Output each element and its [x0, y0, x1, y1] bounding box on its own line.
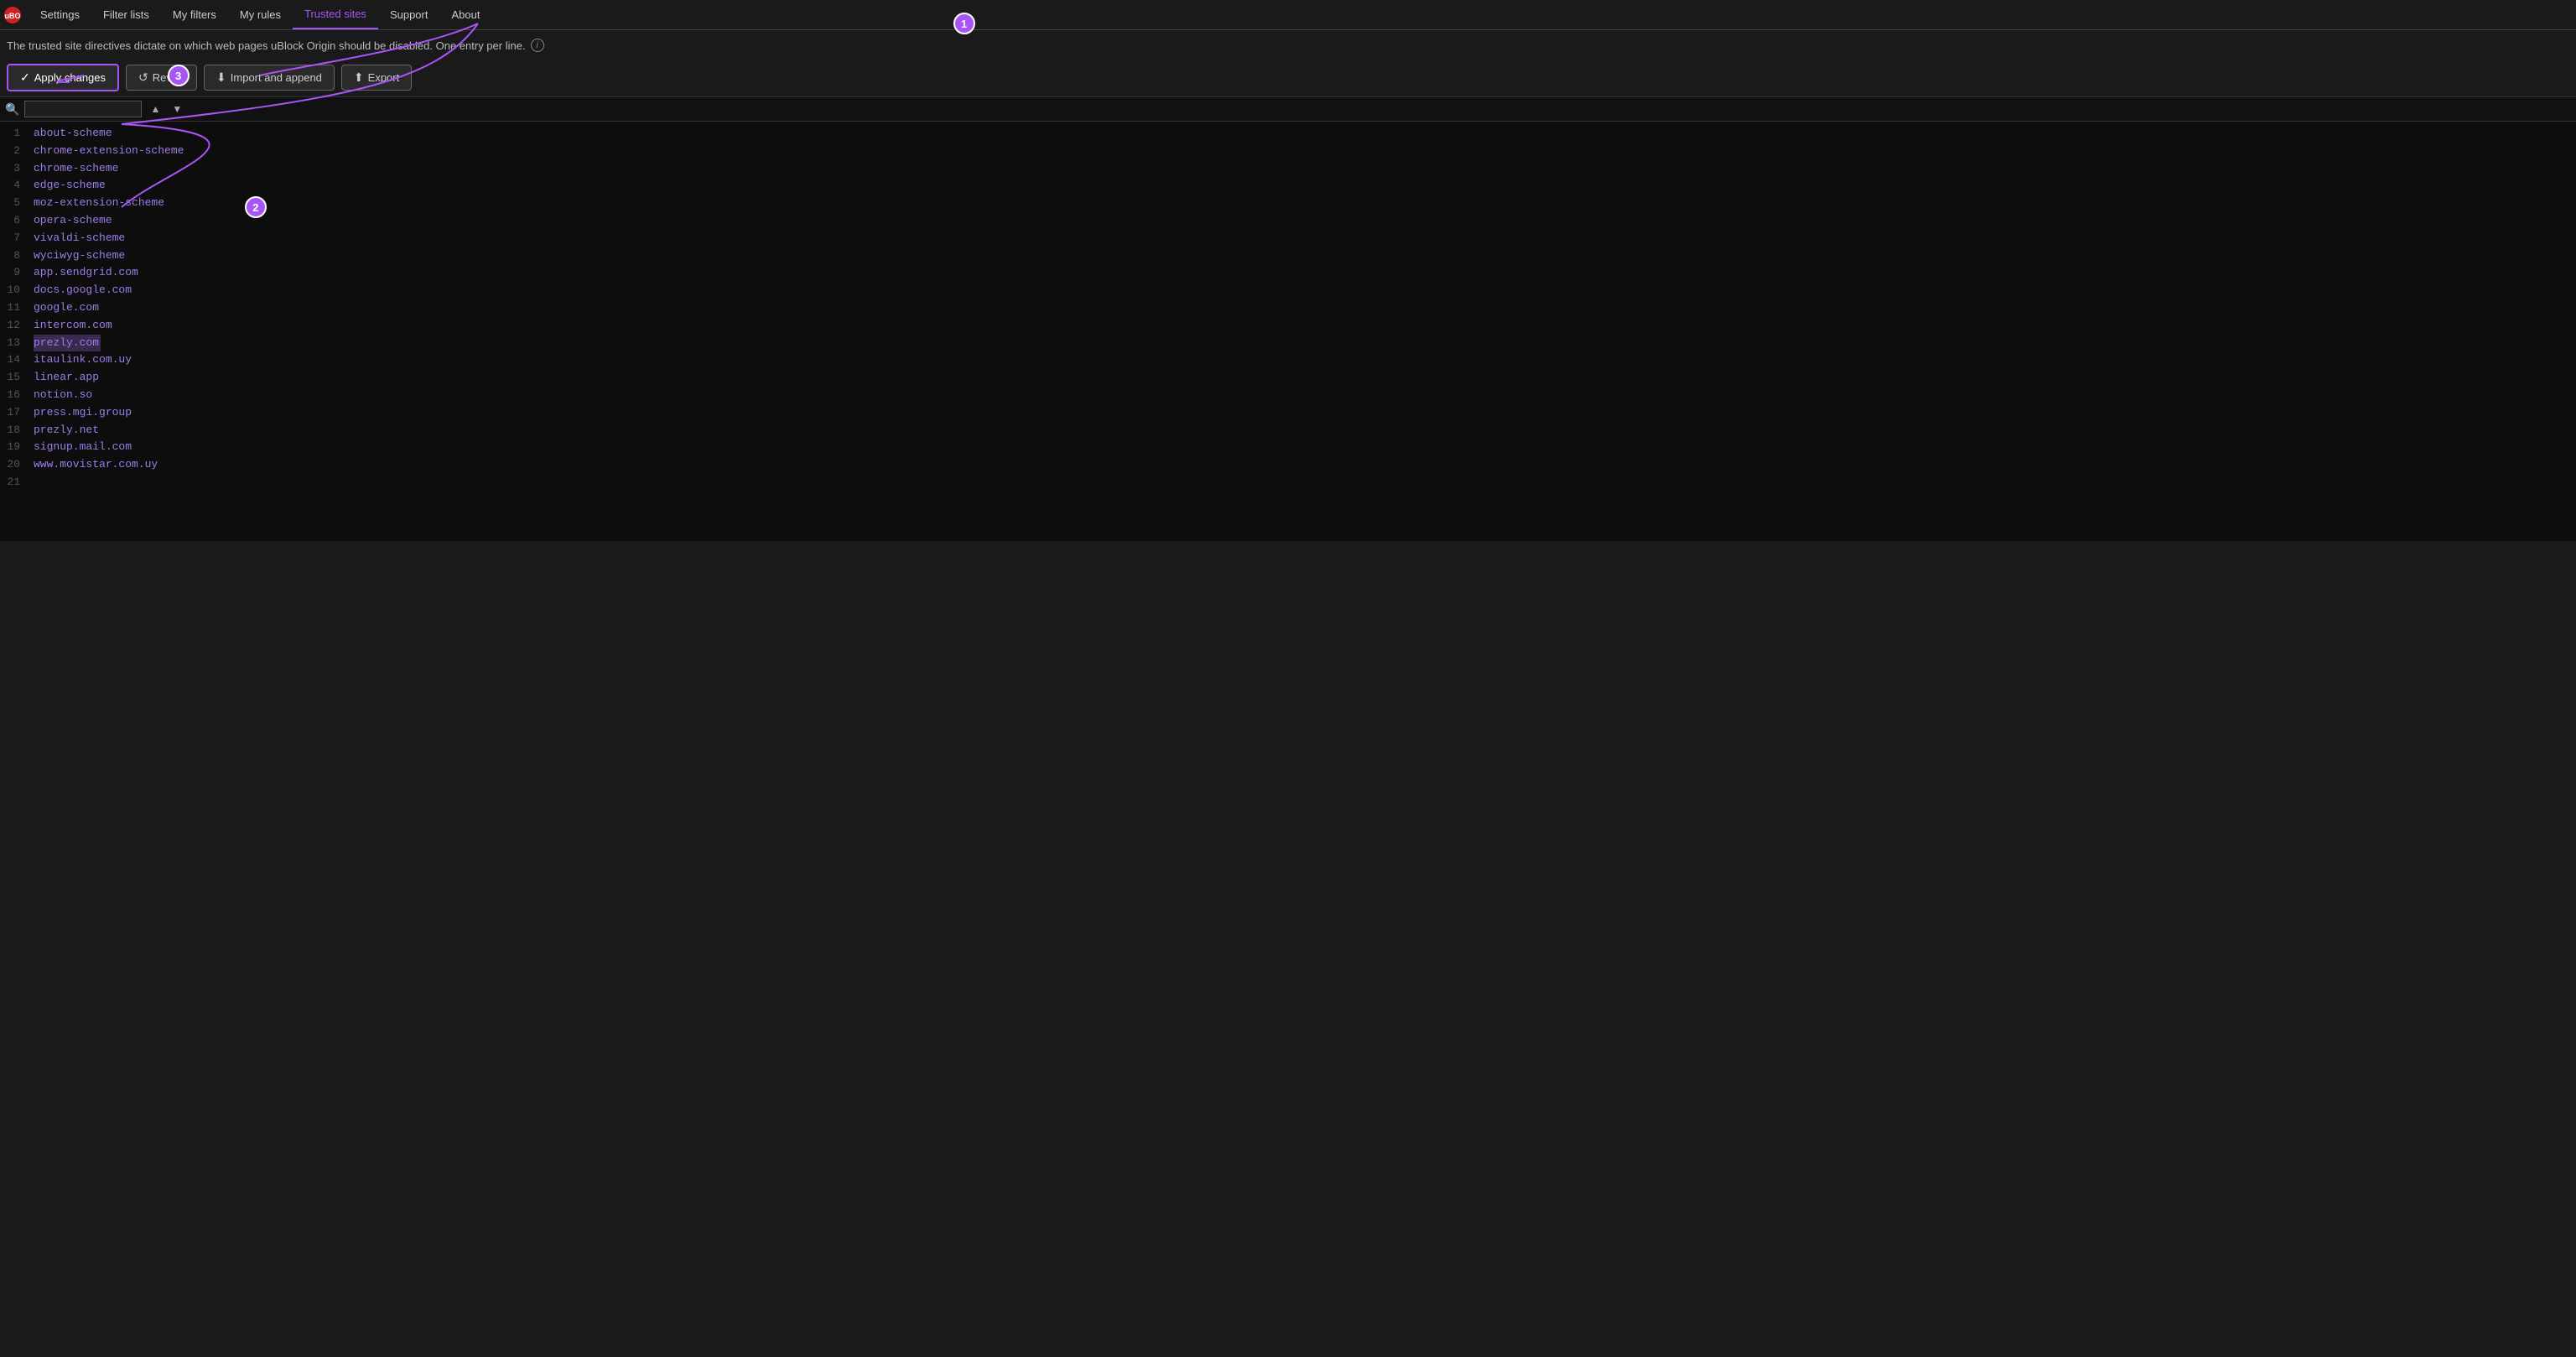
code-line: prezly.net [34, 422, 2569, 439]
export-button[interactable]: ⬆ Export [341, 65, 412, 91]
code-line: chrome-scheme [34, 160, 2569, 178]
trusted-sites-editor: 123456789101112131415161718192021 about-… [0, 122, 2576, 541]
code-line: linear.app [34, 369, 2569, 387]
code-line: about-scheme [34, 125, 2569, 143]
app-logo: uBO [3, 6, 22, 24]
nav-tab-about[interactable]: About [439, 0, 491, 29]
code-line: prezly.com [34, 335, 101, 352]
code-line: signup.mail.com [34, 439, 2569, 456]
import-button[interactable]: ⬇ Import and append [204, 65, 335, 91]
search-prev-button[interactable]: ▲ [147, 101, 164, 117]
search-next-button[interactable]: ▼ [169, 101, 185, 117]
code-line: itaulink.com.uy [34, 351, 2569, 369]
code-line: vivaldi-scheme [34, 230, 2569, 247]
code-line: edge-scheme [34, 177, 2569, 195]
nav-tab-my-rules[interactable]: My rules [228, 0, 293, 29]
import-icon: ⬇ [216, 70, 226, 85]
nav-tab-filter-lists[interactable]: Filter lists [91, 0, 161, 29]
description-bar: The trusted site directives dictate on w… [0, 30, 2576, 59]
code-line: opera-scheme [34, 212, 2569, 230]
apply-changes-button[interactable]: ✓ Apply changes [7, 64, 119, 91]
code-line: moz-extension-scheme [34, 195, 2569, 212]
info-icon[interactable]: i [531, 39, 544, 52]
nav-tab-my-filters[interactable]: My filters [161, 0, 228, 29]
code-line: google.com [34, 299, 2569, 317]
nav-bar: uBO SettingsFilter listsMy filtersMy rul… [0, 0, 2576, 30]
revert-button[interactable]: ↺ Revert [126, 65, 197, 91]
svg-text:uBO: uBO [5, 12, 21, 20]
code-line: www.movistar.com.uy [34, 456, 2569, 474]
search-input[interactable] [24, 101, 142, 117]
line-numbers: 123456789101112131415161718192021 [0, 122, 27, 541]
toolbar: ✓ Apply changes ↺ Revert ⬇ Import and ap… [0, 59, 2576, 96]
search-bar: 🔍 ▲ ▼ [0, 96, 2576, 122]
revert-icon: ↺ [138, 70, 148, 85]
code-line: notion.so [34, 387, 2569, 404]
code-line [34, 474, 2569, 491]
search-icon: 🔍 [5, 102, 19, 117]
export-icon: ⬆ [354, 70, 364, 85]
code-lines[interactable]: about-schemechrome-extension-schemechrom… [27, 122, 2576, 541]
code-line: wyciwyg-scheme [34, 247, 2569, 265]
code-line: docs.google.com [34, 282, 2569, 299]
nav-tab-settings[interactable]: Settings [29, 0, 91, 29]
code-line: intercom.com [34, 317, 2569, 335]
code-line: press.mgi.group [34, 404, 2569, 422]
code-line: app.sendgrid.com [34, 264, 2569, 282]
checkmark-icon: ✓ [20, 70, 30, 85]
nav-tab-trusted-sites[interactable]: Trusted sites [293, 0, 378, 29]
code-line: chrome-extension-scheme [34, 143, 2569, 160]
nav-tab-support[interactable]: Support [378, 0, 440, 29]
description-text: The trusted site directives dictate on w… [7, 39, 526, 52]
